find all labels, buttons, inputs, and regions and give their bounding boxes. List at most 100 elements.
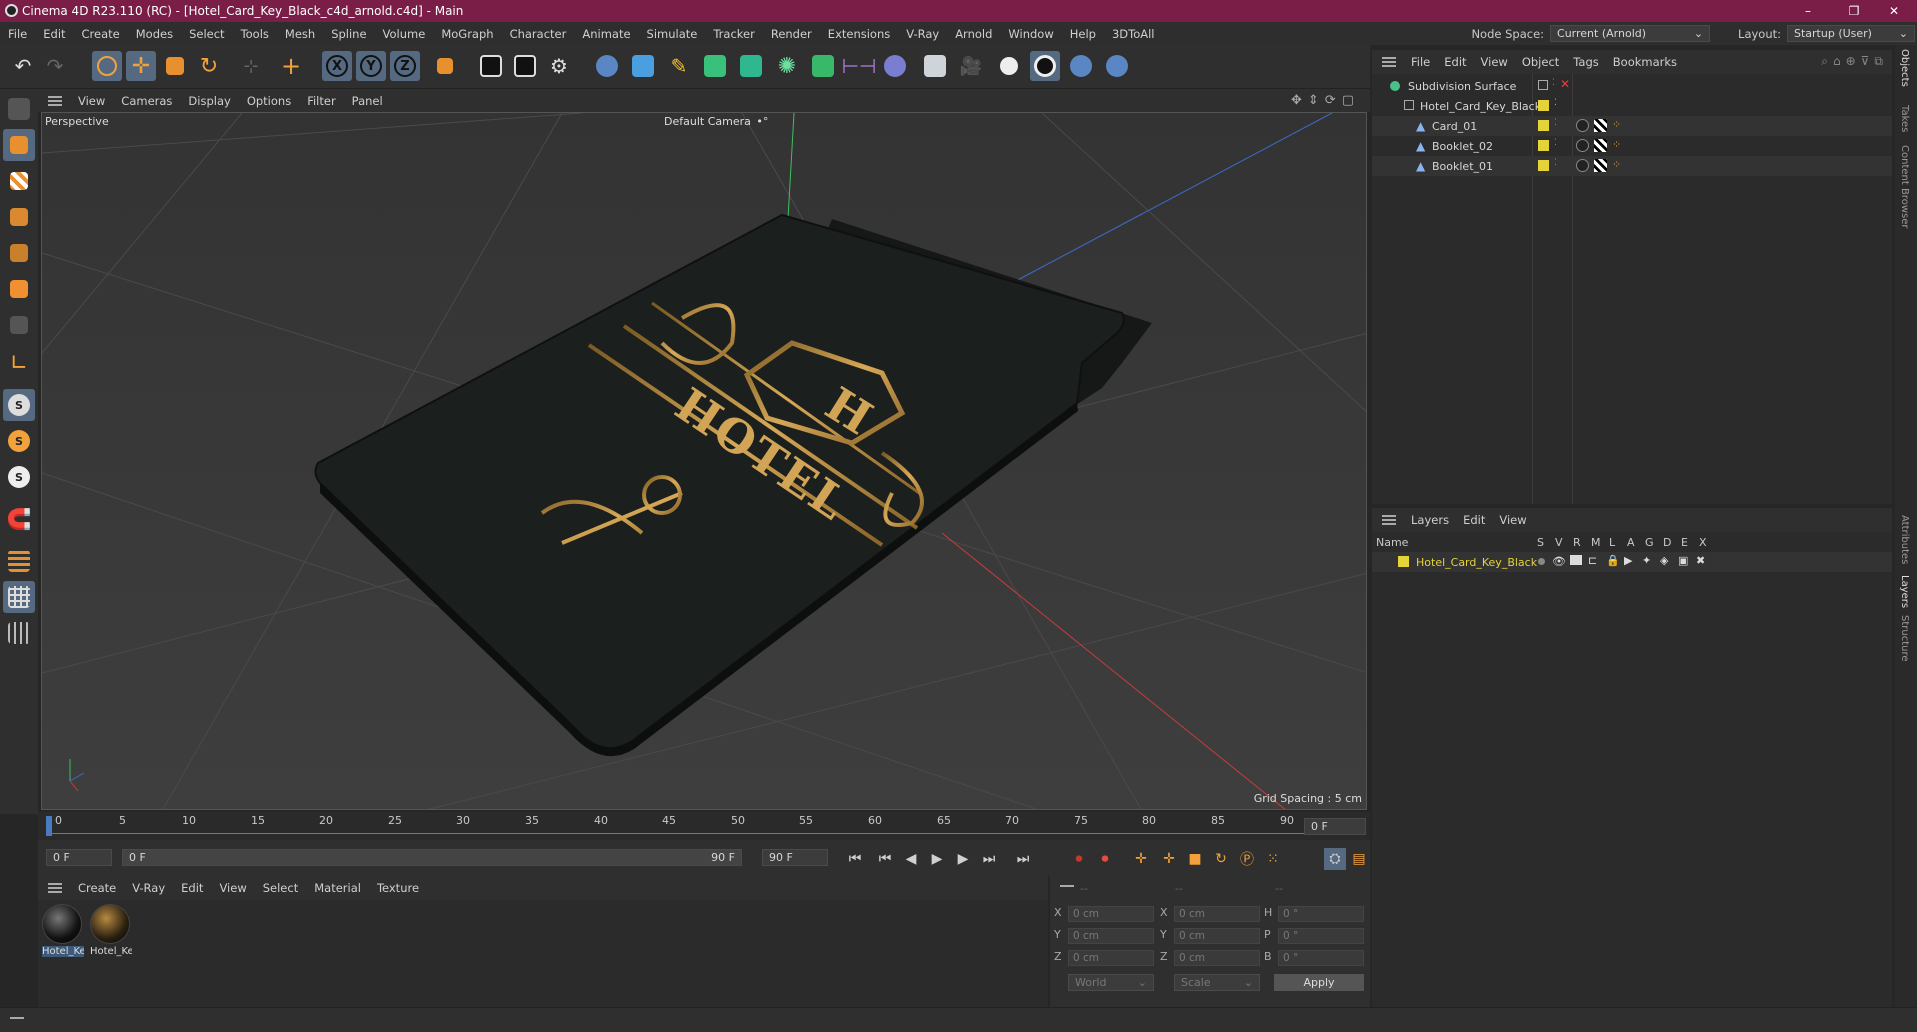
visibility-dots-icon[interactable]: ⁚ [1554,138,1557,148]
manager-icon[interactable]: ⊏ [1588,554,1597,567]
play-button[interactable]: ▶ [926,848,948,870]
camera-label[interactable]: Default Camera •° [664,115,768,128]
col-m[interactable]: M [1591,536,1601,549]
pos-x-field[interactable]: 0 cm [1068,906,1154,922]
viewport-menu-panel[interactable]: Panel [344,94,391,108]
hamburger-icon[interactable] [1382,515,1396,525]
object-row-booklet-01[interactable]: ▲ Booklet_01 ⁚ ⁘ [1372,156,1892,176]
viewport-menu-cameras[interactable]: Cameras [113,94,180,108]
key-param-button[interactable]: ↻ [1210,848,1232,870]
visibility-dots-icon[interactable]: ⁚ [1554,98,1557,108]
material-menu-select[interactable]: Select [255,881,306,895]
material-thumb-1[interactable]: Hotel_Ke [42,904,84,962]
3d-viewport[interactable]: H HOTEL Perspective Default Camera •° Gr… [41,112,1367,810]
undo-button[interactable]: ↶ [8,51,38,81]
object-row-subdivision[interactable]: Subdivision Surface ⁚ ✕ [1372,76,1892,96]
texture-tag-icon[interactable] [1594,139,1607,152]
arnold-button[interactable] [1030,51,1060,81]
quantize-button[interactable] [3,617,35,649]
minimize-button[interactable]: – [1785,0,1831,22]
python-button-3[interactable] [1102,51,1132,81]
material-menu-view[interactable]: View [211,881,254,895]
menu-help[interactable]: Help [1062,27,1104,41]
x-axis-button[interactable]: X [322,51,352,81]
extrude-button[interactable] [736,51,766,81]
make-editable-button[interactable] [3,93,35,125]
edge-mode-button[interactable] [3,237,35,269]
solo-button[interactable]: S [3,389,35,421]
visibility-dots-icon[interactable]: ⁚ [1552,78,1555,88]
menu-mograph[interactable]: MoGraph [433,27,501,41]
polygon-mode-button[interactable] [3,273,35,305]
texture-tag-icon[interactable] [1594,159,1607,172]
layers-menu-layers[interactable]: Layers [1404,513,1456,527]
end-frame-field[interactable]: 90 F [762,849,828,866]
col-x[interactable]: X [1699,536,1707,549]
grid-button[interactable] [3,581,35,613]
material-menu-create[interactable]: Create [70,881,124,895]
timeline-window-button[interactable]: ⛭ [1324,848,1346,870]
close-button[interactable]: ✕ [1871,0,1917,22]
key-rotation-button[interactable]: ■ [1184,848,1206,870]
col-e[interactable]: E [1681,536,1688,549]
floor-button[interactable] [920,51,950,81]
tab-objects[interactable]: Objects [1899,49,1910,87]
y-axis-button[interactable]: Y [356,51,386,81]
disable-x-icon[interactable]: ✕ [1560,77,1570,91]
col-r[interactable]: R [1573,536,1581,549]
menu-window[interactable]: Window [1000,27,1061,41]
recent-tool-button[interactable]: ⊹ [236,51,266,81]
object-menu-file[interactable]: File [1404,55,1437,69]
lock-icon[interactable]: 🔒 [1606,554,1620,567]
render-view-button[interactable] [510,51,540,81]
render-settings-button[interactable]: ⚙ [544,51,574,81]
next-key-button[interactable]: ⏭ [978,848,1000,870]
menu-tracker[interactable]: Tracker [705,27,763,41]
render-icon[interactable] [1570,555,1582,565]
material-menu-material[interactable]: Material [306,881,369,895]
pos-z-field[interactable]: 0 cm [1068,950,1154,966]
menu-file[interactable]: File [0,27,35,41]
material-menu-vray[interactable]: V-Ray [124,881,173,895]
camera-button[interactable]: 🎥 [956,51,986,81]
viewport-nav-icons[interactable]: ✥⇕⟳▢ [1291,93,1360,108]
array-button[interactable] [808,51,838,81]
z-axis-button[interactable]: Z [390,51,420,81]
tab-content-browser[interactable]: Content Browser [1899,145,1910,228]
rot-b-field[interactable]: 0 ° [1278,950,1364,966]
layout-dropdown[interactable]: Startup (User) ⌄ [1787,25,1915,42]
size-mode-dropdown[interactable]: Scale ⌄ [1174,974,1260,991]
redo-button[interactable]: ↷ [40,51,70,81]
visibility-dots-icon[interactable]: ⁚ [1554,118,1557,128]
object-menu-edit[interactable]: Edit [1437,55,1473,69]
field-button[interactable] [880,51,910,81]
material-thumb-2[interactable]: Hotel_Ke [90,904,132,962]
menu-select[interactable]: Select [181,27,232,41]
rot-p-field[interactable]: 0 ° [1278,928,1364,944]
menu-render[interactable]: Render [763,27,820,41]
menu-simulate[interactable]: Simulate [639,27,706,41]
hamburger-icon[interactable] [1382,57,1396,67]
menu-edit[interactable]: Edit [35,27,73,41]
animation-icon[interactable]: ▶ [1624,554,1632,567]
size-z-field[interactable]: 0 cm [1174,950,1260,966]
deformer-icon[interactable]: ◈ [1660,554,1668,567]
scale-button[interactable] [160,51,190,81]
texture-mode-button[interactable] [3,165,35,197]
viewport-menu-display[interactable]: Display [180,94,238,108]
viewport-menu-filter[interactable]: Filter [299,94,343,108]
generator-icon[interactable]: ✦ [1642,554,1651,567]
python-button-2[interactable] [1066,51,1096,81]
solo-dot-icon[interactable] [1538,558,1545,565]
menu-animate[interactable]: Animate [574,27,638,41]
object-manager-tools[interactable]: ⌕⌂⊕⊽⧉ [1821,54,1888,69]
live-selection-button[interactable] [92,51,122,81]
uv-mode-button[interactable] [3,309,35,341]
apply-button[interactable]: Apply [1274,974,1364,991]
previous-frame-button[interactable]: ◀ [900,848,922,870]
phong-tag-icon[interactable]: ⁘ [1612,118,1621,131]
workplane-snap-button[interactable]: S [3,461,35,493]
tab-structure[interactable]: Structure [1899,615,1910,662]
phong-tag-icon[interactable]: ⁘ [1612,138,1621,151]
menu-volume[interactable]: Volume [375,27,434,41]
